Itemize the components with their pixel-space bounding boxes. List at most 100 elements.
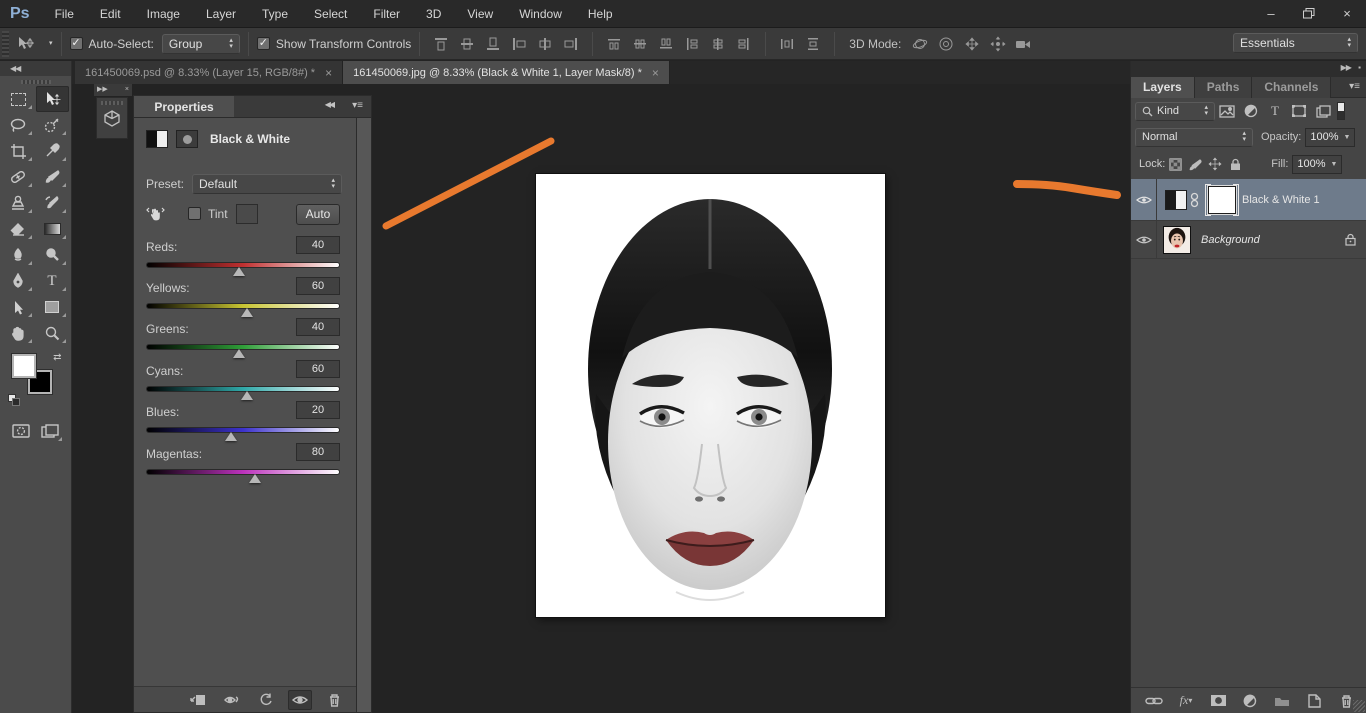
mask-link-icon[interactable] <box>1190 192 1199 208</box>
align-vertical-centers-icon[interactable] <box>456 33 478 55</box>
dropdown-arrow-icon[interactable]: ▼ <box>1331 161 1338 168</box>
minimize-button[interactable]: – <box>1252 0 1290 26</box>
layer-name[interactable]: Background <box>1201 234 1260 246</box>
filter-type-layers-icon[interactable]: T <box>1263 101 1287 121</box>
expand-dock-icon[interactable]: ▶▶ <box>97 84 108 96</box>
menu-window[interactable]: Window <box>506 0 575 28</box>
preset-dropdown[interactable]: Default ▴▾ <box>192 174 342 194</box>
new-adjustment-layer-icon[interactable] <box>1238 691 1262 711</box>
tab-close-icon[interactable]: × <box>325 66 332 80</box>
slider-track[interactable] <box>146 469 340 475</box>
toggle-visibility-icon[interactable] <box>288 690 312 710</box>
layer-style-icon[interactable]: fx▾ <box>1174 691 1198 711</box>
tab-paths[interactable]: Paths <box>1195 77 1253 98</box>
dock-menu-icon[interactable]: ▪ <box>1358 63 1360 72</box>
type-tool[interactable]: T <box>36 268 69 294</box>
filtering-toggle[interactable] <box>1337 102 1345 120</box>
menu-help[interactable]: Help <box>575 0 626 28</box>
hand-tool[interactable] <box>2 320 35 346</box>
move-tool-preset-icon[interactable] <box>15 33 37 55</box>
adjustment-layer-thumbnail[interactable] <box>1165 190 1187 210</box>
filter-kind-dropdown[interactable]: Kind ▴▾ <box>1135 102 1215 121</box>
distribute-heights-icon[interactable] <box>802 33 824 55</box>
menu-file[interactable]: File <box>42 0 87 28</box>
path-selection-tool[interactable] <box>2 294 35 320</box>
background-layer-thumbnail[interactable] <box>1163 226 1191 254</box>
slider-thumb[interactable] <box>233 349 245 358</box>
document-tab-1[interactable]: 161450069.psd @ 8.33% (Layer 15, RGB/8#)… <box>75 61 343 84</box>
lasso-tool[interactable] <box>2 112 35 138</box>
distribute-vertical-centers-icon[interactable] <box>629 33 651 55</box>
tint-checkbox[interactable] <box>188 207 201 220</box>
3d-panel-icon[interactable] <box>103 109 121 129</box>
rectangle-tool[interactable] <box>36 294 69 320</box>
zoom-tool[interactable] <box>36 320 69 346</box>
menu-edit[interactable]: Edit <box>87 0 134 28</box>
menu-select[interactable]: Select <box>301 0 360 28</box>
align-left-edges-icon[interactable] <box>508 33 530 55</box>
slider-value-input[interactable]: 60 <box>296 360 340 378</box>
slider-thumb[interactable] <box>241 308 253 317</box>
brush-tool[interactable] <box>36 164 69 190</box>
resize-grip[interactable] <box>1353 700 1365 712</box>
slider-thumb[interactable] <box>241 391 253 400</box>
history-brush-tool[interactable] <box>36 190 69 216</box>
opacity-input[interactable]: 100%▼ <box>1305 128 1355 147</box>
slider-track[interactable] <box>146 303 340 309</box>
slider-value-input[interactable]: 40 <box>296 236 340 254</box>
crop-tool[interactable] <box>2 138 35 164</box>
fill-input[interactable]: 100%▼ <box>1292 155 1342 174</box>
slider-value-input[interactable]: 80 <box>296 443 340 461</box>
targeted-adjustment-icon[interactable] <box>146 204 166 224</box>
collapse-toolbar-icon[interactable]: ◀◀ <box>0 61 71 76</box>
default-colors-icon[interactable] <box>8 394 22 406</box>
collapsed-panel-dock[interactable] <box>96 97 128 139</box>
filter-pixel-layers-icon[interactable] <box>1215 101 1239 121</box>
document-tab-2[interactable]: 161450069.jpg @ 8.33% (Black & White 1, … <box>343 61 670 84</box>
lock-transparency-icon[interactable] <box>1165 155 1185 173</box>
new-group-icon[interactable] <box>1270 691 1294 711</box>
menu-filter[interactable]: Filter <box>360 0 413 28</box>
foreground-color-swatch[interactable] <box>12 354 36 378</box>
distribute-left-edges-icon[interactable] <box>681 33 703 55</box>
panel-gripper[interactable] <box>21 80 51 84</box>
quick-mask-mode-button[interactable] <box>6 418 36 444</box>
slider-value-input[interactable]: 60 <box>296 277 340 295</box>
3d-camera-zoom-icon[interactable] <box>1013 33 1035 55</box>
eraser-tool[interactable] <box>2 216 35 242</box>
smudge-tool[interactable] <box>2 242 35 268</box>
slider-thumb[interactable] <box>233 267 245 276</box>
reset-adjustment-icon[interactable] <box>254 690 278 710</box>
slider-track[interactable] <box>146 344 340 350</box>
3d-rotate-icon[interactable] <box>909 33 931 55</box>
tab-layers[interactable]: Layers <box>1131 77 1195 98</box>
panel-menu-icon[interactable]: ▾≡ <box>352 100 363 111</box>
slider-thumb[interactable] <box>249 474 261 483</box>
show-transform-controls-checkbox[interactable]: ✓ <box>257 37 270 50</box>
menu-view[interactable]: View <box>454 0 506 28</box>
layer-row-background[interactable]: Background <box>1131 221 1366 259</box>
slider-track[interactable] <box>146 386 340 392</box>
tool-preset-dropdown-arrow[interactable]: ▾ <box>49 41 53 47</box>
screen-mode-button[interactable] <box>36 418 66 444</box>
slider-value-input[interactable]: 40 <box>296 318 340 336</box>
dodge-tool[interactable] <box>36 242 69 268</box>
slider-track[interactable] <box>146 262 340 268</box>
distribute-horizontal-centers-icon[interactable] <box>707 33 729 55</box>
new-layer-icon[interactable] <box>1302 691 1326 711</box>
distribute-widths-icon[interactable] <box>776 33 798 55</box>
align-horizontal-centers-icon[interactable] <box>534 33 556 55</box>
auto-button[interactable]: Auto <box>296 204 340 225</box>
filter-shape-layers-icon[interactable] <box>1287 101 1311 121</box>
eyedropper-tool[interactable] <box>36 138 69 164</box>
dropdown-arrow-icon[interactable]: ▼ <box>1344 134 1351 141</box>
options-bar-gripper[interactable] <box>2 31 9 57</box>
distribute-right-edges-icon[interactable] <box>733 33 755 55</box>
menu-3d[interactable]: 3D <box>413 0 454 28</box>
layer-visibility-toggle[interactable] <box>1131 221 1157 258</box>
menu-layer[interactable]: Layer <box>193 0 249 28</box>
distribute-top-edges-icon[interactable] <box>603 33 625 55</box>
restore-button[interactable] <box>1290 0 1328 26</box>
filter-adjustment-layers-icon[interactable] <box>1239 101 1263 121</box>
view-previous-state-icon[interactable] <box>220 690 244 710</box>
